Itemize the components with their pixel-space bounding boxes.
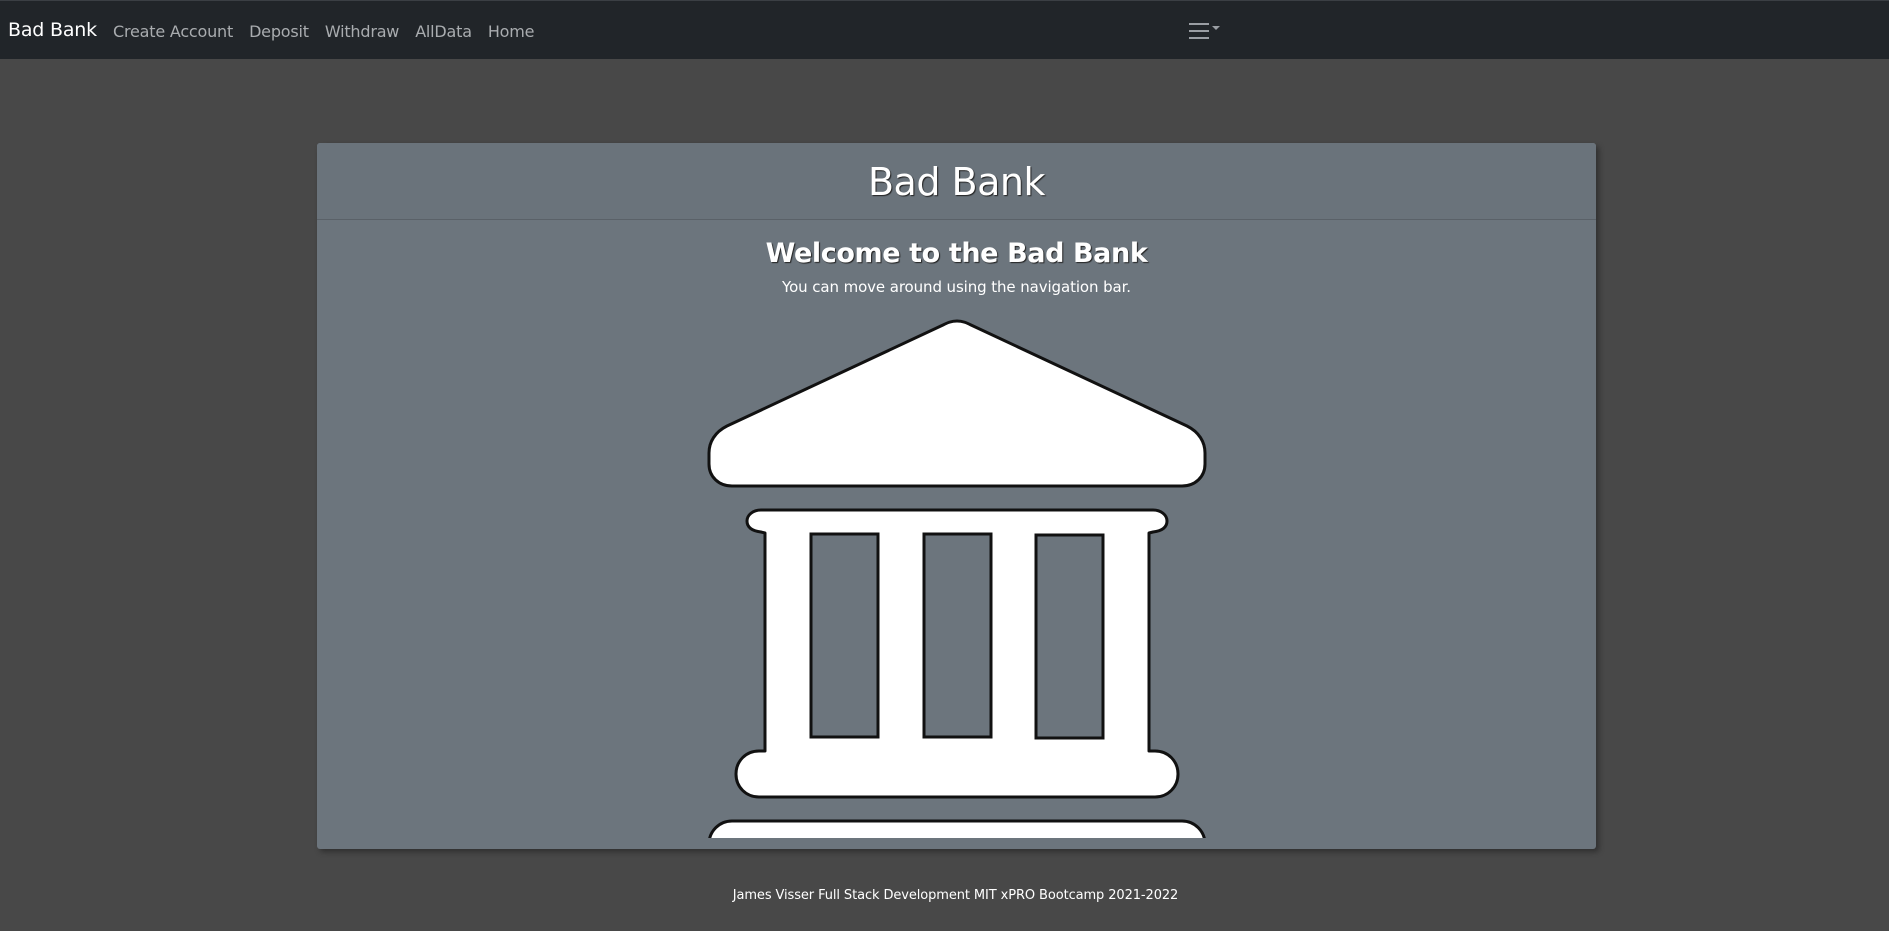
footer-text: James Visser Full Stack Development MIT … (732, 888, 1179, 903)
caret-down-icon (1212, 26, 1220, 30)
nav-links: Create Account Deposit Withdraw AllData … (113, 22, 534, 41)
bank-roof-shape (707, 319, 1207, 488)
nav-link-create-account[interactable]: Create Account (113, 22, 233, 41)
card-title: Bad Bank (867, 160, 1046, 204)
navbar-toggler-button[interactable] (1188, 22, 1228, 44)
hamburger-menu-icon (1189, 23, 1220, 39)
nav-link-deposit[interactable]: Deposit (249, 22, 309, 41)
welcome-title: Welcome to the Bad Bank (765, 238, 1148, 269)
welcome-card: Bad Bank Welcome to the Bad Bank You can… (317, 143, 1596, 849)
navbar: Bad Bank Create Account Deposit Withdraw… (0, 0, 1889, 59)
welcome-text: You can move around using the navigation… (782, 278, 1131, 296)
bank-column-gap-3 (1034, 533, 1105, 740)
brand-link[interactable]: Bad Bank (8, 19, 97, 41)
bank-building-icon (707, 319, 1207, 838)
nav-link-withdraw[interactable]: Withdraw (325, 22, 400, 41)
bank-base-shape (708, 819, 1206, 838)
bank-column-gap-1 (809, 532, 880, 739)
card-header: Bad Bank (317, 143, 1596, 220)
bank-column-gap-2 (922, 532, 993, 739)
nav-link-alldata[interactable]: AllData (415, 22, 472, 41)
nav-link-home[interactable]: Home (488, 22, 535, 41)
